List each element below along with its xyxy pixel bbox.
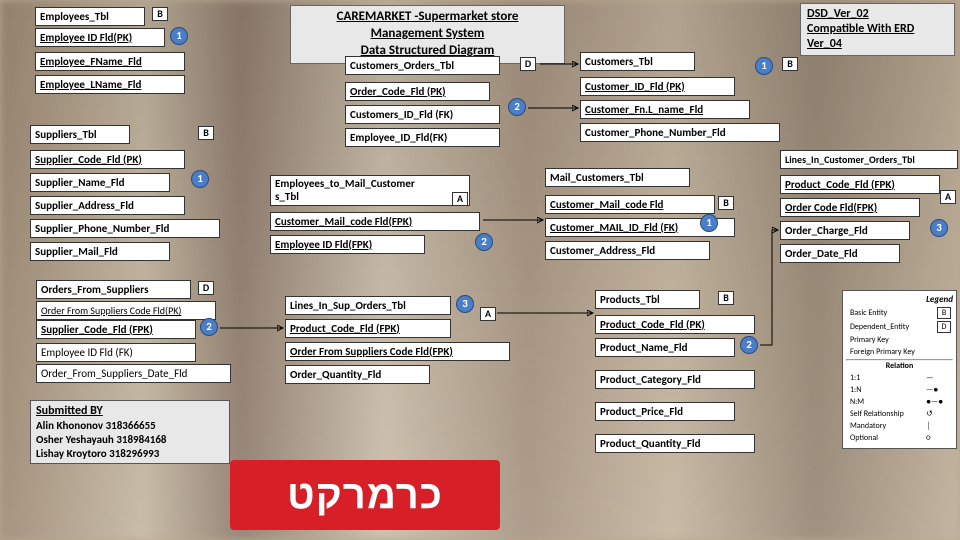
suppliers-f3: Supplier_Address_Fld bbox=[30, 196, 185, 215]
suppliers-f2: Supplier_Name_Fld bbox=[30, 173, 170, 192]
legend-s3: Optional bbox=[848, 433, 922, 443]
letter-a: A bbox=[940, 190, 956, 204]
legend-r2a: Dependent_Entity bbox=[848, 321, 935, 333]
ofs-f4: Order_From_Suppliers_Date_Fld bbox=[36, 364, 231, 383]
suppliers-f4: Supplier_Phone_Number_Fld bbox=[30, 219, 220, 238]
legend-rel: Relation bbox=[846, 361, 953, 371]
employees-tbl-name: Employees_Tbl bbox=[35, 7, 145, 26]
etmc-n1: Employees_to_Mail_Customer bbox=[275, 177, 415, 190]
letter-b: B bbox=[718, 196, 734, 210]
badge-3: 3 bbox=[456, 295, 474, 313]
suppliers-f5: Supplier_Mail_Fld bbox=[30, 242, 170, 261]
legend-c1: 1:1 bbox=[848, 373, 922, 383]
letter-a: A bbox=[480, 307, 496, 321]
letter-b: B bbox=[198, 126, 214, 140]
employees-f2: Employee_FName_Fld bbox=[35, 52, 185, 71]
letter-b: B bbox=[782, 57, 798, 71]
cust-f1: Customer_ID_Fld (PK) bbox=[580, 77, 735, 96]
etmc-name: Employees_to_Mail_Customer s_Tbl bbox=[270, 175, 470, 206]
lco-f1: Product_Code_Fld (FPK) bbox=[780, 175, 940, 194]
sub-a3: Lishay Kroytoro 318296993 bbox=[36, 447, 159, 460]
legend-box: Legend Basic EntityB Dependent_EntityD P… bbox=[842, 290, 957, 449]
cust-name: Customers_Tbl bbox=[580, 52, 695, 71]
prod-name: Products_Tbl bbox=[595, 290, 700, 309]
submitted-box: Submitted BY Alin Khononov 318366655 Osh… bbox=[30, 400, 230, 464]
legend-c2: 1:N bbox=[848, 385, 922, 395]
lco-f3: Order_Charge_Fld bbox=[780, 221, 910, 240]
badge-2: 2 bbox=[475, 233, 493, 251]
letter-d: D bbox=[520, 57, 536, 71]
employees-f3: Employee_LName_Fld bbox=[35, 75, 185, 94]
lso-f3: Order_Quantity_Fld bbox=[285, 365, 430, 384]
cust-f2: Customer_Fn.L_name_Fld bbox=[580, 100, 750, 119]
legend-r1a: Basic Entity bbox=[848, 307, 935, 319]
prod-f5: Product_Quantity_Fld bbox=[595, 434, 755, 453]
prod-f2: Product_Name_Fld bbox=[595, 338, 735, 357]
ver-l3: Ver_04 bbox=[807, 37, 842, 51]
etmc-n2: s_Tbl bbox=[275, 190, 299, 203]
sub-a2: Osher Yeshayauh 318984168 bbox=[36, 433, 167, 446]
sub-heading: Submitted BY bbox=[36, 404, 103, 418]
legend-s1: Self Relationship bbox=[848, 409, 922, 419]
ofs-f1: Order From Suppliers Code Fld(PK) bbox=[36, 301, 216, 320]
etmc-f2: Employee ID Fld(FPK) bbox=[270, 235, 425, 254]
cust-f3: Customer_Phone_Number_Fld bbox=[580, 123, 780, 142]
legend-c3: N:M bbox=[848, 397, 922, 407]
badge-2: 2 bbox=[200, 318, 218, 336]
badge-1: 1 bbox=[755, 57, 773, 75]
ver-l2: Compatible With ERD bbox=[807, 22, 914, 36]
legend-r4a: Foreign Primary Key bbox=[848, 347, 935, 357]
badge-1: 1 bbox=[170, 27, 188, 45]
lso-name: Lines_In_Sup_Orders_Tbl bbox=[285, 296, 451, 315]
badge-2: 2 bbox=[740, 336, 758, 354]
letter-d: D bbox=[198, 281, 214, 295]
legend-r1b: B bbox=[937, 307, 951, 319]
badge-2: 2 bbox=[508, 98, 526, 116]
legend-s2: Mandatory bbox=[848, 421, 922, 431]
lso-f2: Order From Suppliers Code Fld(FPK) bbox=[285, 342, 510, 361]
sub-a1: Alin Khononov 318366655 bbox=[36, 419, 156, 432]
badge-3: 3 bbox=[930, 219, 948, 237]
lco-name: Lines_In_Customer_Orders_Tbl bbox=[780, 150, 958, 169]
lco-f2: Order Code Fld(FPK) bbox=[780, 198, 920, 217]
co-f1: Order_Code_Fld (PK) bbox=[345, 82, 490, 101]
co-f2: Customers_ID_Fld (FK) bbox=[345, 105, 500, 124]
legend-title: Legend bbox=[846, 294, 953, 305]
title-line1: CAREMARKET -Supermarket store Management… bbox=[337, 9, 519, 41]
prod-f3: Product_Category_Fld bbox=[595, 370, 755, 389]
diagram-title: CAREMARKET -Supermarket store Management… bbox=[290, 5, 565, 64]
letter-b: B bbox=[718, 291, 734, 305]
store-banner: כרמרקט bbox=[230, 460, 500, 530]
prod-f1: Product_Code_Fld (PK) bbox=[595, 315, 755, 334]
lco-f4: Order_Date_Fld bbox=[780, 244, 900, 263]
legend-r3a: Primary Key bbox=[848, 335, 935, 345]
ver-l1: DSD_Ver_02 bbox=[807, 7, 869, 21]
letter-b: B bbox=[152, 7, 168, 21]
letter-a: A bbox=[452, 192, 468, 206]
lso-f1: Product_Code_Fld (FPK) bbox=[285, 319, 451, 338]
co-f3: Employee_ID_Fld(FK) bbox=[345, 128, 500, 147]
ofs-name: Orders_From_Suppliers bbox=[36, 280, 191, 299]
etmc-f1: Customer_Mail_code Fld(FPK) bbox=[270, 212, 480, 231]
co-name: Customers_Orders_Tbl bbox=[345, 56, 500, 75]
ofs-f3: Employee ID Fld (FK) bbox=[36, 343, 196, 362]
badge-1: 1 bbox=[700, 214, 718, 232]
mc-f3: Customer_Address_Fld bbox=[545, 241, 710, 260]
suppliers-tbl-name: Suppliers_Tbl bbox=[30, 125, 130, 144]
mc-name: Mail_Customers_Tbl bbox=[545, 168, 690, 187]
mc-f1: Customer_Mail_code Fld bbox=[545, 195, 715, 214]
prod-f4: Product_Price_Fld bbox=[595, 402, 735, 421]
suppliers-f1: Supplier_Code_Fld (PK) bbox=[30, 150, 185, 169]
employees-f1: Employee ID Fld(PK) bbox=[35, 28, 165, 47]
badge-1: 1 bbox=[191, 170, 209, 188]
legend-r2b: D bbox=[937, 321, 951, 333]
version-box: DSD_Ver_02 Compatible With ERD Ver_04 bbox=[800, 3, 955, 56]
ofs-f2: Supplier_Code_Fld (FPK) bbox=[36, 320, 196, 339]
